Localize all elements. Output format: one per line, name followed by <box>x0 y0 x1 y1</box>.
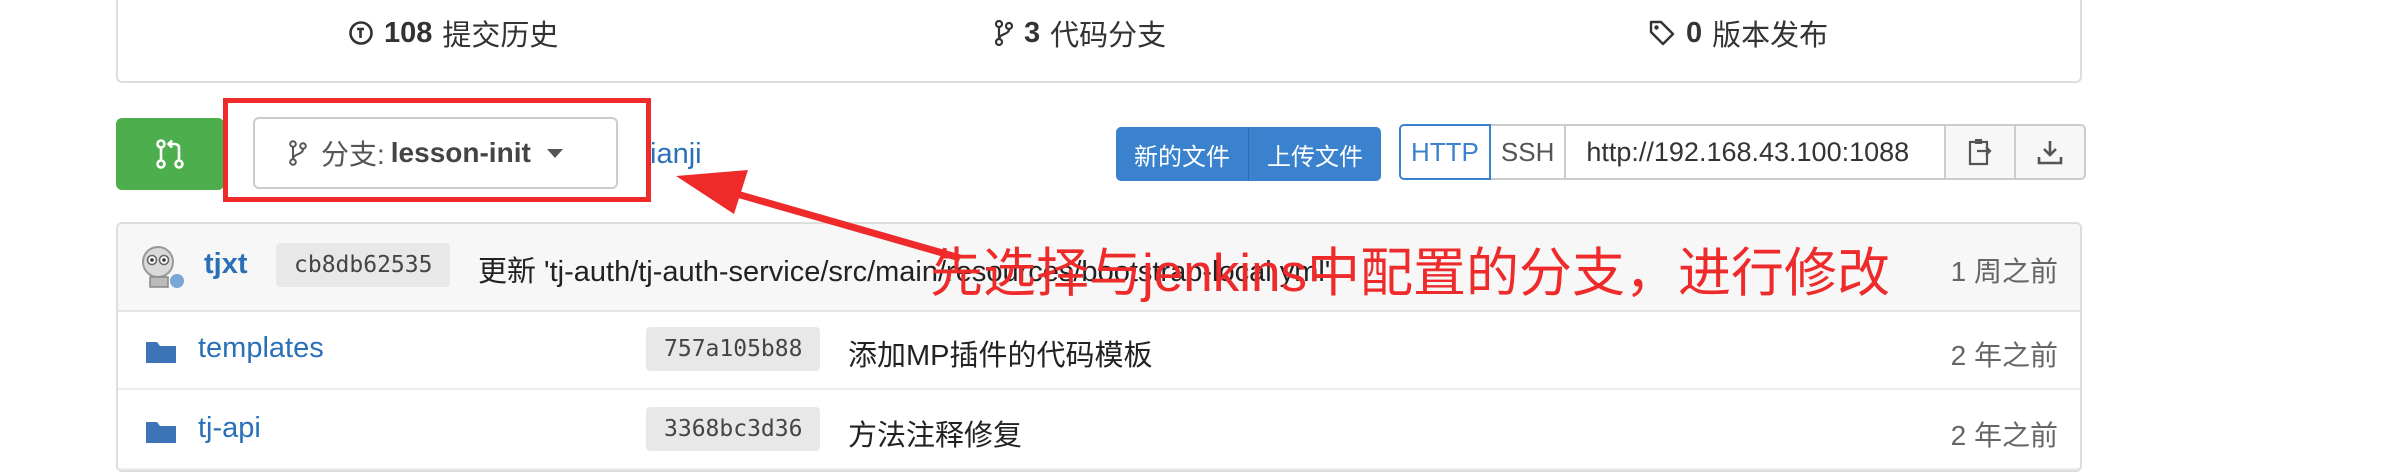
annotation-arrow <box>676 170 961 262</box>
annotation-text: 先选择与jenkins中配置的分支，进行修改 <box>930 244 1890 303</box>
